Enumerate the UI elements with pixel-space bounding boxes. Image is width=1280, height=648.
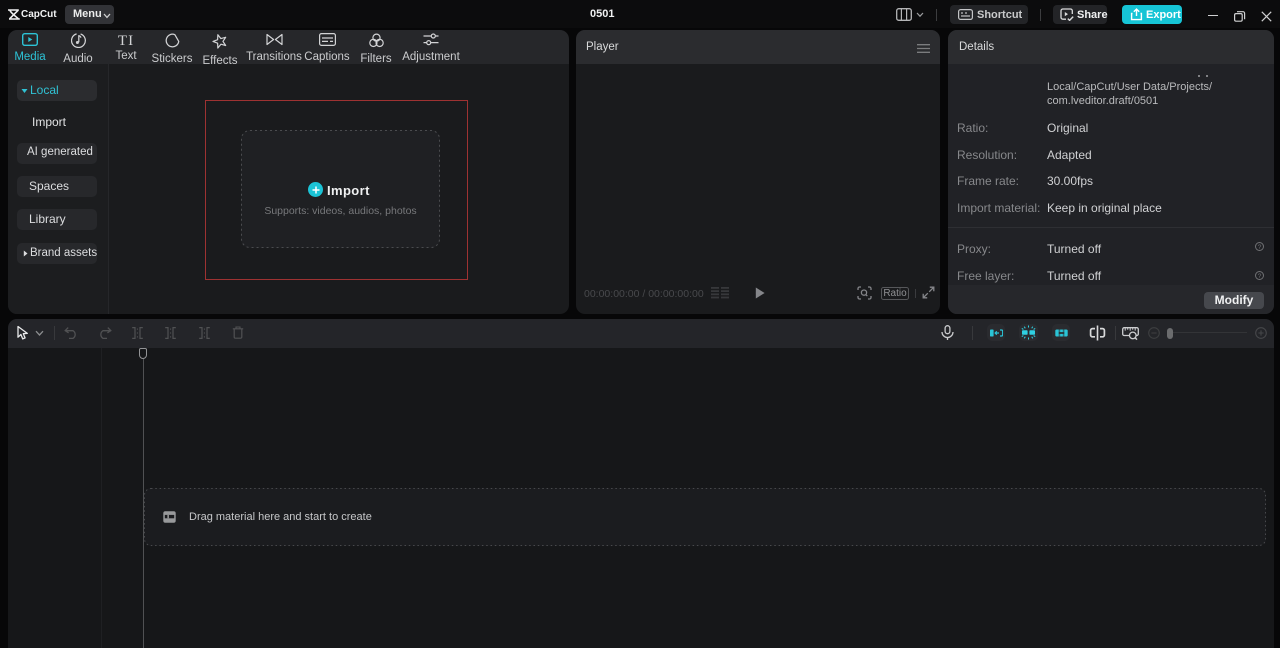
svg-text:?: ? — [1258, 244, 1262, 251]
svg-text:?: ? — [1258, 273, 1262, 280]
